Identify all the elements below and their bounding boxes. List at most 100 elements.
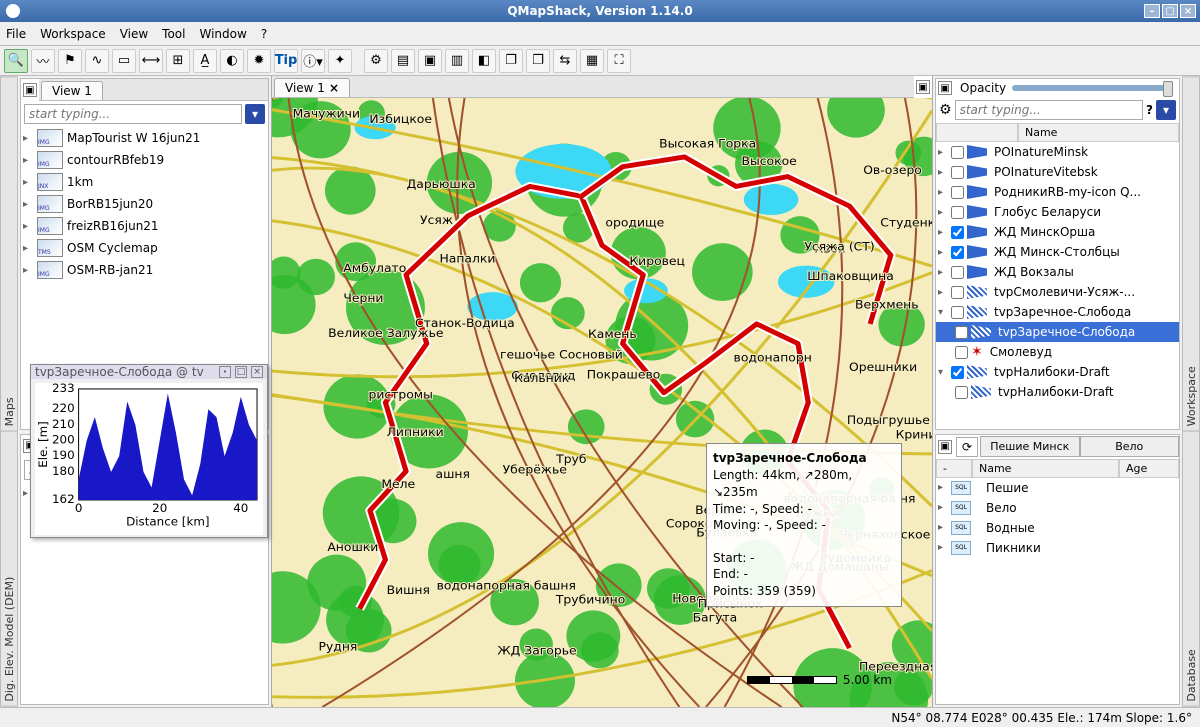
workspace-item[interactable]: ▾tvpЗаречное-Слобода	[936, 302, 1179, 322]
db-item[interactable]: ▸SQLПешие	[936, 478, 1179, 498]
svg-text:Ele. [m]: Ele. [m]	[36, 421, 50, 468]
info-icon[interactable]: ⓘ▾	[301, 49, 325, 73]
menu-view[interactable]: View	[120, 27, 148, 41]
area-icon[interactable]: ▭	[112, 49, 136, 73]
link-icon[interactable]: ⇆	[553, 49, 577, 73]
minimize-button[interactable]: –	[1144, 4, 1160, 18]
maps-view-tab[interactable]: View 1	[41, 81, 103, 100]
workspace-item[interactable]: tvpНалибоки-Draft	[936, 382, 1179, 402]
elev-popup-close-icon[interactable]: ×	[251, 366, 263, 378]
elevation-profile-popup[interactable]: tvpЗаречное-Слобода @ tv ⬝ □ × 233220210…	[30, 364, 268, 538]
svg-text:гешочье Сосновый: гешочье Сосновый	[500, 348, 623, 362]
app-icon	[6, 4, 20, 18]
map-item[interactable]: ▸IMGfreizRB16jun21	[21, 215, 268, 237]
workspace-item[interactable]: ▸ЖД Вокзалы	[936, 262, 1179, 282]
copy1-icon[interactable]: ❐	[499, 49, 523, 73]
database-tree[interactable]: ▸SQLПешие▸SQLВело▸SQLВодные▸SQLПикники	[936, 478, 1179, 704]
svg-text:Рудня: Рудня	[319, 640, 358, 654]
workspace-search-input[interactable]	[955, 100, 1143, 120]
workspace-item[interactable]: ▸tvpСмолевичи-Усяж-...	[936, 282, 1179, 302]
workspace-item[interactable]: ✶Смолевуд	[936, 342, 1179, 362]
dem-dock-label[interactable]: Dig. Elev. Model (DEM)	[0, 431, 18, 707]
workspace-item[interactable]: ▸ЖД МинскОрша	[936, 222, 1179, 242]
workspace-item[interactable]: ▸ЖД Минск-Столбцы	[936, 242, 1179, 262]
maps-search-input[interactable]	[24, 104, 242, 124]
svg-text:190: 190	[52, 448, 75, 462]
track-icon[interactable]: ∿	[85, 49, 109, 73]
map-item[interactable]: ▸TMSOSM Cyclemap	[21, 237, 268, 259]
workspace-filter-icon[interactable]: ▾	[1156, 100, 1176, 120]
flag-icon[interactable]: ⚑	[58, 49, 82, 73]
workspace-help-icon[interactable]: ?	[1146, 103, 1153, 117]
menu-help[interactable]: ?	[261, 27, 267, 41]
workspace-item[interactable]: ▸POInatureVitebsk	[936, 162, 1179, 182]
opacity-slider[interactable]	[1012, 85, 1173, 91]
maps-filter-icon[interactable]: ▾	[245, 104, 265, 124]
maximize-button[interactable]: ▢	[1162, 4, 1178, 18]
night-icon[interactable]: ◐	[220, 49, 244, 73]
db-refresh-icon[interactable]: ⟳	[956, 437, 978, 457]
map-canvas[interactable]: МачужичиАмостоцьеЧерняховское водохранил…	[272, 98, 932, 707]
svg-text:162: 162	[52, 492, 75, 506]
svg-text:Камень: Камень	[588, 327, 637, 341]
db-header-name[interactable]: Name	[972, 459, 1119, 478]
copy2-icon[interactable]: ❐	[526, 49, 550, 73]
workspace-item[interactable]: ▸РодникиRB-my-icon Q...	[936, 182, 1179, 202]
workspace-item[interactable]: tvpЗаречное-Слобода	[936, 322, 1179, 342]
db-item[interactable]: ▸SQLВело	[936, 498, 1179, 518]
maps-panel-close-icon[interactable]: ▣	[23, 83, 37, 97]
maps-dock-label[interactable]: Maps	[0, 76, 18, 431]
workspace-item[interactable]: ▾tvpНалибоки-Draft	[936, 362, 1179, 382]
menu-tool[interactable]: Tool	[162, 27, 185, 41]
map-item[interactable]: ▸IMGOSM-RB-jan21	[21, 259, 268, 281]
workspace-panel-close-icon[interactable]: ▣	[938, 81, 952, 95]
fullscreen-icon[interactable]: ⛶	[607, 49, 631, 73]
db-item[interactable]: ▸SQLВодные	[936, 518, 1179, 538]
photo-icon[interactable]: ▣	[418, 49, 442, 73]
save-icon[interactable]: ▥	[445, 49, 469, 73]
zoom-icon[interactable]: 🔍	[4, 49, 28, 73]
map-panel-close-icon[interactable]: ▣	[916, 80, 930, 94]
grid-icon[interactable]: ⊞	[166, 49, 190, 73]
map-view-tab[interactable]: View 1 ×	[274, 78, 350, 97]
ruler-icon[interactable]: ⟷	[139, 49, 163, 73]
layers-icon[interactable]: ▤	[391, 49, 415, 73]
db-header-age[interactable]: Age	[1119, 459, 1179, 478]
svg-text:Distance [km]: Distance [km]	[126, 515, 209, 529]
svg-text:20: 20	[152, 501, 167, 515]
svg-text:233: 233	[52, 383, 75, 395]
db-tab-1[interactable]: Вело	[1080, 436, 1180, 457]
menu-window[interactable]: Window	[199, 27, 246, 41]
tip-icon[interactable]: Tip	[274, 49, 298, 73]
db-icon[interactable]: ▦	[580, 49, 604, 73]
gear-icon[interactable]: ⚙	[364, 49, 388, 73]
workspace-gear-icon[interactable]: ⚙	[939, 102, 952, 118]
workspace-item[interactable]: ▸POInatureMinsk	[936, 142, 1179, 162]
db-tab-0[interactable]: Пешие Минск	[980, 436, 1080, 457]
route-icon[interactable]: 〰	[31, 49, 55, 73]
map-item[interactable]: ▸IMGBorRB15jun20	[21, 193, 268, 215]
workspace-tree[interactable]: ▸POInatureMinsk▸POInatureVitebsk▸Родники…	[936, 142, 1179, 429]
db-item[interactable]: ▸SQLПикники	[936, 538, 1179, 558]
workspace-dock-label[interactable]: Workspace	[1182, 76, 1200, 431]
workspace-name-header[interactable]: Name	[1018, 123, 1179, 142]
menu-workspace[interactable]: Workspace	[40, 27, 106, 41]
svg-text:Верхмень: Верхмень	[855, 298, 919, 312]
db-panel-close-icon[interactable]: ▣	[938, 440, 952, 454]
window-title: QMapShack, Version 1.14.0	[507, 4, 692, 18]
compass-icon[interactable]: ✦	[328, 49, 352, 73]
menu-file[interactable]: File	[6, 27, 26, 41]
poi-icon[interactable]: ✹	[247, 49, 271, 73]
close-button[interactable]: ×	[1180, 4, 1196, 18]
map-item[interactable]: ▸IMGcontourRBfeb19	[21, 149, 268, 171]
elev-popup-max-icon[interactable]: □	[235, 366, 247, 378]
elev-popup-pin-icon[interactable]: ⬝	[219, 366, 231, 378]
map-item[interactable]: ▸IMGMapTourist W 16jun21	[21, 127, 268, 149]
map-tab-close-icon[interactable]: ×	[329, 81, 339, 95]
database-dock-label[interactable]: Database	[1182, 431, 1200, 707]
text-icon[interactable]: A̲	[193, 49, 217, 73]
workspace-item[interactable]: ▸Глобус Беларуси	[936, 202, 1179, 222]
map-item[interactable]: ▸JNX1km	[21, 171, 268, 193]
nav-icon[interactable]: ◧	[472, 49, 496, 73]
svg-text:220: 220	[52, 401, 75, 415]
